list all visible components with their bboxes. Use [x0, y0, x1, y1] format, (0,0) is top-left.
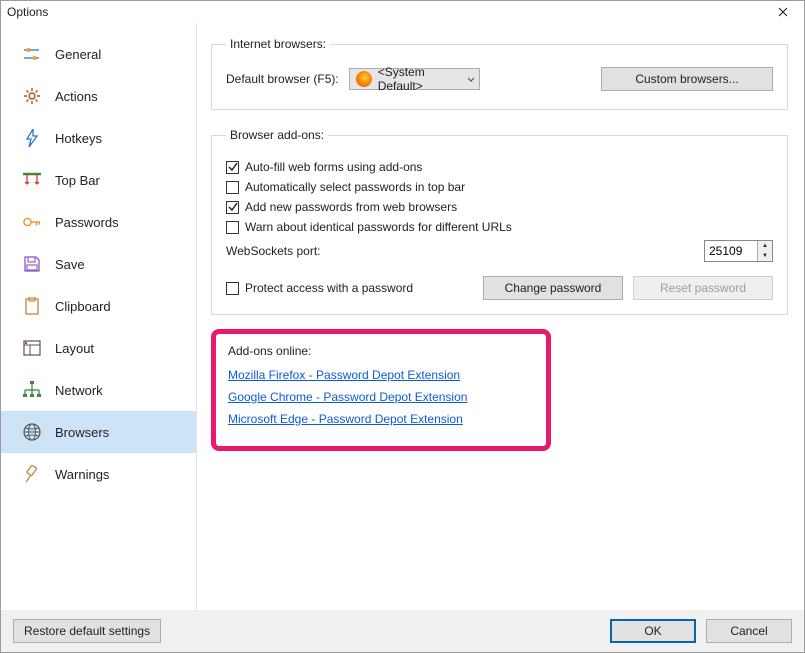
link-firefox-extension[interactable]: Mozilla Firefox - Password Depot Extensi…	[228, 368, 460, 382]
websockets-port-input[interactable]: ▲ ▼	[704, 240, 773, 262]
topbar-icon	[23, 171, 41, 189]
link-edge-extension[interactable]: Microsoft Edge - Password Depot Extensio…	[228, 412, 463, 426]
bolt-icon	[23, 129, 41, 147]
gear-icon	[23, 87, 41, 105]
checkbox-label: Warn about identical passwords for diffe…	[245, 220, 512, 234]
sidebar-item-label: Layout	[55, 341, 94, 356]
checkbox-label: Add new passwords from web browsers	[245, 200, 457, 214]
addons-online-highlight: Add-ons online: Mozilla Firefox - Passwo…	[211, 329, 551, 451]
sidebar-item-label: General	[55, 47, 101, 62]
floppy-icon	[23, 255, 41, 273]
sidebar-item-passwords[interactable]: Passwords	[1, 201, 196, 243]
sidebar-item-label: Save	[55, 257, 85, 272]
custom-browsers-button[interactable]: Custom browsers...	[601, 67, 773, 91]
autoselect-checkbox[interactable]	[226, 181, 239, 194]
sidebar-item-label: Network	[55, 383, 103, 398]
spin-up[interactable]: ▲	[758, 241, 772, 251]
default-browser-label: Default browser (F5):	[226, 72, 339, 86]
gavel-icon	[23, 465, 41, 483]
checkbox-label: Auto-fill web forms using add-ons	[245, 160, 422, 174]
sidebar-item-label: Passwords	[55, 215, 119, 230]
checkbox-label: Protect access with a password	[245, 281, 413, 295]
sidebar-item-label: Hotkeys	[55, 131, 102, 146]
default-browser-combo[interactable]: <System Default>	[349, 68, 480, 90]
window-title: Options	[7, 5, 48, 19]
globe-icon	[23, 423, 41, 441]
sidebar-item-label: Browsers	[55, 425, 109, 440]
port-field[interactable]	[705, 241, 757, 261]
body: General Actions Hotkeys Top Bar Password…	[1, 23, 804, 610]
combo-value: <System Default>	[378, 65, 457, 93]
autofill-checkbox[interactable]	[226, 161, 239, 174]
sidebar-item-warnings[interactable]: Warnings	[1, 453, 196, 495]
link-chrome-extension[interactable]: Google Chrome - Password Depot Extension	[228, 390, 467, 404]
sidebar-item-label: Top Bar	[55, 173, 100, 188]
browser-addons-group: Browser add-ons: Auto-fill web forms usi…	[211, 128, 788, 315]
key-icon	[23, 213, 41, 231]
sidebar-item-hotkeys[interactable]: Hotkeys	[1, 117, 196, 159]
sidebar-item-clipboard[interactable]: Clipboard	[1, 285, 196, 327]
checkbox-label: Automatically select passwords in top ba…	[245, 180, 465, 194]
group-legend: Add-ons online:	[228, 344, 534, 364]
sidebar-item-topbar[interactable]: Top Bar	[1, 159, 196, 201]
websockets-label: WebSockets port:	[226, 244, 321, 258]
protect-checkbox[interactable]	[226, 282, 239, 295]
sidebar-item-layout[interactable]: Layout	[1, 327, 196, 369]
ok-button[interactable]: OK	[610, 619, 696, 643]
addnew-checkbox[interactable]	[226, 201, 239, 214]
group-legend: Browser add-ons:	[226, 128, 328, 142]
chevron-down-icon	[467, 72, 475, 86]
firefox-icon	[356, 71, 372, 87]
network-icon	[23, 381, 41, 399]
sidebar-item-browsers[interactable]: Browsers	[1, 411, 196, 453]
sidebar-item-save[interactable]: Save	[1, 243, 196, 285]
sliders-icon	[23, 45, 41, 63]
addons-online-group: Add-ons online: Mozilla Firefox - Passwo…	[220, 344, 534, 430]
warn-checkbox[interactable]	[226, 221, 239, 234]
restore-defaults-button[interactable]: Restore default settings	[13, 619, 161, 643]
cancel-button[interactable]: Cancel	[706, 619, 792, 643]
reset-password-button: Reset password	[633, 276, 773, 300]
internet-browsers-group: Internet browsers: Default browser (F5):…	[211, 37, 788, 110]
close-icon	[778, 7, 788, 17]
change-password-button[interactable]: Change password	[483, 276, 623, 300]
clipboard-icon	[23, 297, 41, 315]
close-button[interactable]	[764, 1, 802, 23]
spin-down[interactable]: ▼	[758, 251, 772, 261]
sidebar-item-general[interactable]: General	[1, 33, 196, 75]
group-legend: Internet browsers:	[226, 37, 330, 51]
sidebar-item-network[interactable]: Network	[1, 369, 196, 411]
titlebar: Options	[1, 1, 804, 23]
sidebar: General Actions Hotkeys Top Bar Password…	[1, 23, 197, 610]
sidebar-item-label: Warnings	[55, 467, 109, 482]
sidebar-item-actions[interactable]: Actions	[1, 75, 196, 117]
sidebar-item-label: Clipboard	[55, 299, 111, 314]
footer: Restore default settings OK Cancel	[1, 610, 804, 652]
content-panel: Internet browsers: Default browser (F5):…	[197, 23, 804, 610]
options-window: Options General Actions Hotkeys Top Bar	[0, 0, 805, 653]
sidebar-item-label: Actions	[55, 89, 98, 104]
layout-icon	[23, 339, 41, 357]
